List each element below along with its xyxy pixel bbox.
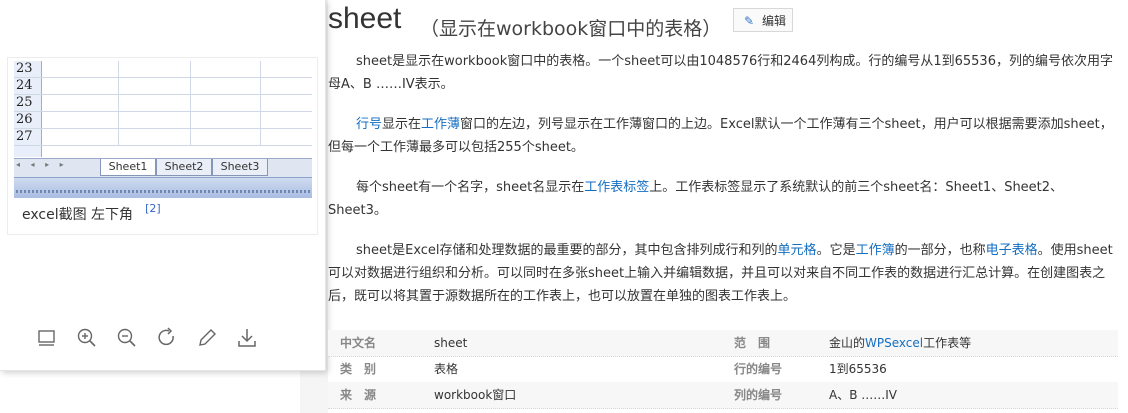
page-title: sheet xyxy=(328,2,402,35)
status-bar xyxy=(14,177,312,198)
info-label: 列的编号 xyxy=(734,388,783,402)
info-label: 类 别 xyxy=(340,362,377,376)
info-row: 中文名 sheet 范 围 金山的WPSexcel工作表等 xyxy=(328,330,1118,357)
info-row: 类 别 表格 行的编号 1到65536 xyxy=(328,356,1118,383)
excel-screenshot-figure[interactable]: 23 24 25 26 27 ◂ ◂ ▸ ▸ Sheet1 Sheet2 She… xyxy=(7,57,318,235)
edit-button[interactable]: ✎ 编辑 xyxy=(733,8,793,32)
page-subtitle: （显示在workbook窗口中的表格） xyxy=(420,18,722,40)
row-number: 26 xyxy=(14,112,42,128)
grid-row: 23 xyxy=(14,61,312,78)
paragraph-3: 每个sheet有一个名字，sheet名显示在工作表标签上。工作表标签显示了系统默… xyxy=(328,176,1116,222)
sheet-tab-bar: ◂ ◂ ▸ ▸ Sheet1 Sheet2 Sheet3 xyxy=(14,158,312,177)
paragraph-text: sheet是Excel存储和处理数据的最重要的部分，其中包含排列成行和列的 xyxy=(356,243,778,258)
info-value: sheet xyxy=(434,336,468,350)
edit-icon[interactable] xyxy=(194,325,220,351)
paragraph-2: 行号显示在工作薄窗口的左边，列号显示在工作薄窗口的上边。Excel默认一个工作薄… xyxy=(328,113,1116,159)
info-value: A、B ……IV xyxy=(829,388,898,402)
grid-row: 26 xyxy=(14,112,312,129)
paragraph-text: 的一部分，也称 xyxy=(894,243,986,258)
tab-sheet2: Sheet2 xyxy=(156,159,212,176)
wpsexcel-link[interactable]: WPSexcel xyxy=(865,336,923,350)
caption-text: excel截图 左下角 xyxy=(22,207,134,223)
info-label: 行的编号 xyxy=(734,362,783,376)
info-value: 1到65536 xyxy=(829,362,887,376)
paragraph-text: 。它是 xyxy=(816,243,856,258)
inline-link[interactable]: 工作簿 xyxy=(856,243,895,258)
inline-link[interactable]: 电子表格 xyxy=(986,243,1038,258)
tab-sheet3: Sheet3 xyxy=(212,159,268,176)
info-label: 范 围 xyxy=(734,336,771,350)
info-value: workbook窗口 xyxy=(434,388,517,402)
image-toolbar xyxy=(28,325,288,353)
info-label: 来 源 xyxy=(340,388,377,402)
row-number: 24 xyxy=(14,78,42,94)
zoom-in-icon[interactable] xyxy=(74,325,100,351)
paragraph-1: sheet是显示在workbook窗口中的表格。一个sheet可以由104857… xyxy=(328,54,1113,92)
info-row: 来 源 workbook窗口 列的编号 A、B ……IV xyxy=(328,382,1118,409)
pencil-icon: ✎ xyxy=(744,14,755,28)
info-label: 中文名 xyxy=(340,336,377,350)
thumbnail-icon[interactable] xyxy=(34,325,60,351)
edit-button-label: 编辑 xyxy=(762,14,787,28)
paragraph-text: 显示在 xyxy=(382,117,422,132)
spreadsheet-grid: 23 24 25 26 27 ◂ ◂ ▸ ▸ Sheet1 Sheet2 She… xyxy=(14,61,312,198)
grid-row xyxy=(14,146,312,157)
rotate-icon[interactable] xyxy=(154,325,180,351)
row-number: 27 xyxy=(14,129,42,145)
row-number: 25 xyxy=(14,95,42,111)
grid-row: 25 xyxy=(14,95,312,112)
tab-nav-arrows-icon: ◂ ◂ ▸ ▸ xyxy=(16,160,68,169)
grid-row: 27 xyxy=(14,129,312,146)
paragraph-4: sheet是Excel存储和处理数据的最重要的部分，其中包含排列成行和列的单元格… xyxy=(328,239,1116,308)
inline-link[interactable]: 工作薄 xyxy=(421,117,460,132)
paragraph-text: 每个sheet有一个名字，sheet名显示在 xyxy=(356,180,585,195)
inline-link[interactable]: 行号 xyxy=(356,117,382,132)
download-icon[interactable] xyxy=(234,325,260,351)
inline-link[interactable]: 单元格 xyxy=(778,243,817,258)
zoom-out-icon[interactable] xyxy=(114,325,140,351)
tab-sheet1: Sheet1 xyxy=(100,159,156,176)
row-number: 23 xyxy=(14,61,42,77)
info-value: 金山的WPSexcel工作表等 xyxy=(829,336,972,350)
info-value: 表格 xyxy=(434,362,459,376)
grid-row: 24 xyxy=(14,78,312,95)
citation-link[interactable]: [2] xyxy=(145,202,161,215)
inline-link[interactable]: 工作表标签 xyxy=(584,180,649,195)
image-viewer-panel: 23 24 25 26 27 ◂ ◂ ▸ ▸ Sheet1 Sheet2 She… xyxy=(0,0,326,371)
figure-caption: excel截图 左下角 [2] xyxy=(22,202,161,224)
